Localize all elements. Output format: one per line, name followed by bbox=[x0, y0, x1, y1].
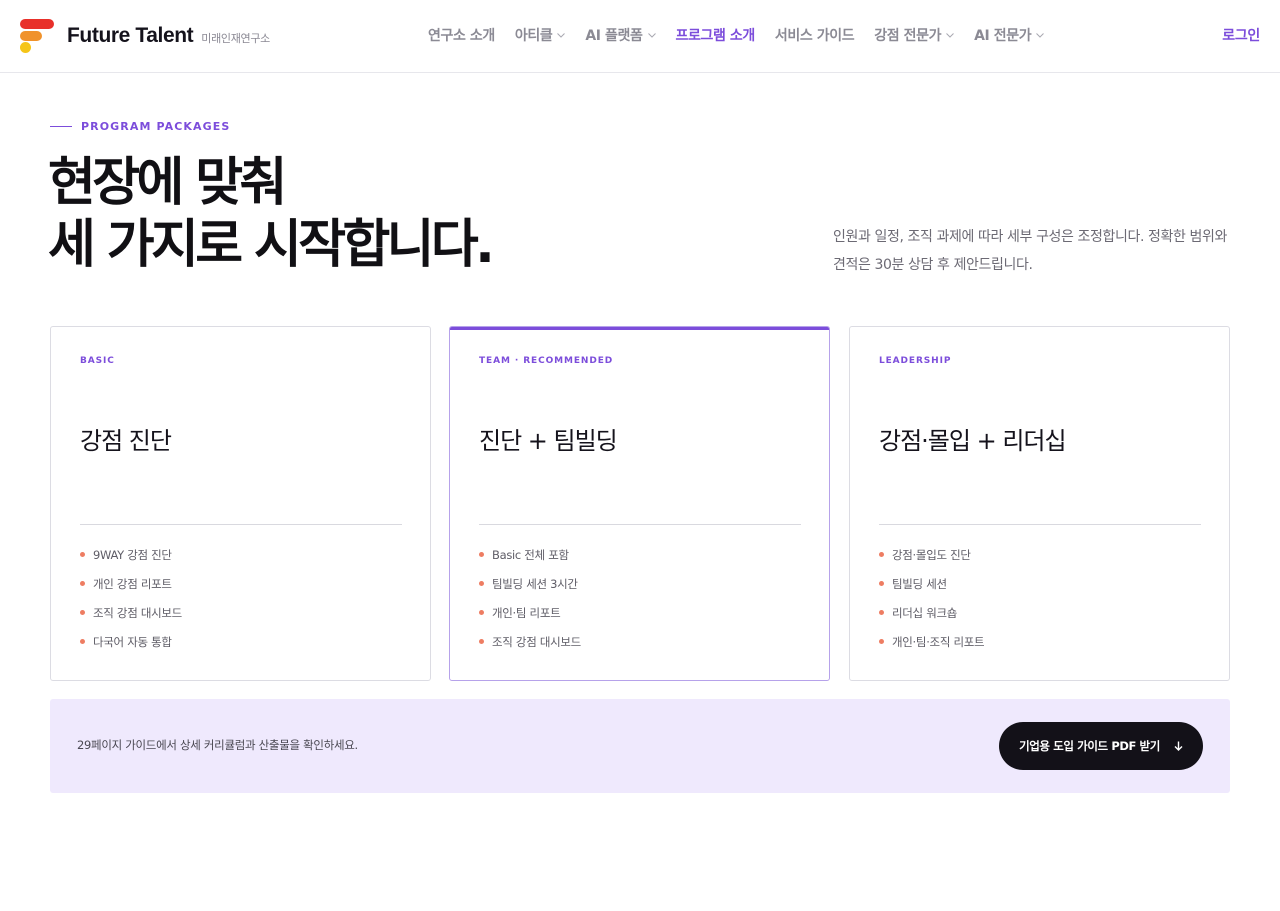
page-title: 현장에 맞춰 세 가지로 시작합니다. bbox=[48, 152, 495, 276]
card-feature-list: 9WAY 강점 진단 개인 강점 리포트 조직 강점 대시보드 다국어 자동 통… bbox=[80, 546, 182, 662]
logo-mark-icon bbox=[20, 18, 56, 54]
list-item: 개인·팀 리포트 bbox=[479, 604, 581, 633]
card-divider bbox=[479, 524, 801, 525]
nav-item-strength-experts[interactable]: 강점 전문가 bbox=[864, 22, 964, 48]
main-nav: 연구소 소개 아티클 AI 플랫폼 프로그램 소개 서비스 가이드 강점 전문가… bbox=[418, 22, 1054, 48]
card-divider bbox=[80, 524, 402, 525]
list-item: 팀빌딩 세션 bbox=[879, 575, 984, 604]
nav-item-ai-experts[interactable]: AI 전문가 bbox=[964, 22, 1054, 48]
card-feature-list: Basic 전체 포함 팀빌딩 세션 3시간 개인·팀 리포트 조직 강점 대시… bbox=[479, 546, 581, 662]
section-eyebrow: PROGRAM PACKAGES bbox=[50, 120, 230, 133]
list-item: 다국어 자동 통합 bbox=[80, 633, 182, 662]
package-card-leadership: LEADERSHIP 강점·몰입 + 리더십 강점·몰입도 진단 팀빌딩 세션 … bbox=[849, 326, 1230, 681]
download-guide-button[interactable]: 기업용 도입 가이드 PDF 받기 bbox=[999, 722, 1203, 770]
card-feature-list: 강점·몰입도 진단 팀빌딩 세션 리더십 워크숍 개인·팀·조직 리포트 bbox=[879, 546, 985, 662]
nav-item-ai-platform[interactable]: AI 플랫폼 bbox=[575, 22, 665, 48]
package-cards: BASIC 강점 진단 9WAY 강점 진단 개인 강점 리포트 조직 강점 대… bbox=[50, 326, 1230, 681]
list-item: 리더십 워크숍 bbox=[879, 604, 984, 633]
arrow-down-icon bbox=[1174, 741, 1183, 751]
intro-description: 인원과 일정, 조직 과제에 따라 세부 구성은 조정합니다. 정확한 범위와 … bbox=[833, 229, 1227, 273]
chevron-down-icon bbox=[557, 33, 566, 38]
site-header: Future Talent 미래인재연구소 연구소 소개 아티클 AI 플랫폼 … bbox=[0, 0, 1280, 73]
chevron-down-icon bbox=[1036, 33, 1045, 38]
card-title: 강점·몰입 + 리더십 bbox=[879, 427, 1067, 455]
page-title-line-1: 현장에 맞춰 bbox=[48, 153, 287, 213]
list-item: 개인 강점 리포트 bbox=[80, 575, 182, 604]
page-title-line-2: 세 가지로 시작합니다. bbox=[48, 215, 495, 275]
chevron-down-icon bbox=[647, 33, 656, 38]
card-title: 진단 + 팀빌딩 bbox=[479, 427, 618, 455]
list-item: 강점·몰입도 진단 bbox=[879, 546, 984, 575]
list-item: 조직 강점 대시보드 bbox=[80, 604, 182, 633]
eyebrow-text: PROGRAM PACKAGES bbox=[81, 120, 231, 133]
nav-item-institute[interactable]: 연구소 소개 bbox=[418, 22, 505, 48]
guide-cta-banner: 29페이지 가이드에서 상세 커리큘럼과 산출물을 확인하세요. 기업용 도입 … bbox=[50, 699, 1230, 793]
list-item: 조직 강점 대시보드 bbox=[479, 633, 581, 662]
card-title: 강점 진단 bbox=[80, 427, 172, 455]
package-card-team: TEAM · RECOMMENDED 진단 + 팀빌딩 Basic 전체 포함 … bbox=[449, 326, 830, 681]
nav-item-programs[interactable]: 프로그램 소개 bbox=[666, 22, 765, 48]
package-card-basic: BASIC 강점 진단 9WAY 강점 진단 개인 강점 리포트 조직 강점 대… bbox=[50, 326, 431, 681]
card-tag: TEAM · RECOMMENDED bbox=[479, 356, 614, 366]
list-item: 개인·팀·조직 리포트 bbox=[879, 633, 985, 662]
nav-item-articles[interactable]: 아티클 bbox=[505, 22, 575, 48]
list-item: Basic 전체 포함 bbox=[479, 546, 581, 575]
list-item: 팀빌딩 세션 3시간 bbox=[479, 575, 581, 604]
download-guide-button-label: 기업용 도입 가이드 PDF 받기 bbox=[1019, 739, 1160, 753]
logo-text: Future Talent bbox=[67, 24, 194, 47]
card-tag: LEADERSHIP bbox=[879, 356, 952, 366]
cta-text: 29페이지 가이드에서 상세 커리큘럼과 산출물을 확인하세요. bbox=[77, 738, 358, 752]
card-divider bbox=[879, 524, 1201, 525]
card-tag: BASIC bbox=[80, 356, 115, 366]
nav-item-service-guide[interactable]: 서비스 가이드 bbox=[765, 22, 864, 48]
list-item: 9WAY 강점 진단 bbox=[80, 546, 182, 575]
logo[interactable]: Future Talent 미래인재연구소 bbox=[20, 18, 270, 54]
logo-subtitle: 미래인재연구소 bbox=[201, 31, 270, 45]
login-link[interactable]: 로그인 bbox=[1222, 25, 1260, 45]
eyebrow-line bbox=[50, 126, 72, 127]
chevron-down-icon bbox=[946, 33, 954, 38]
